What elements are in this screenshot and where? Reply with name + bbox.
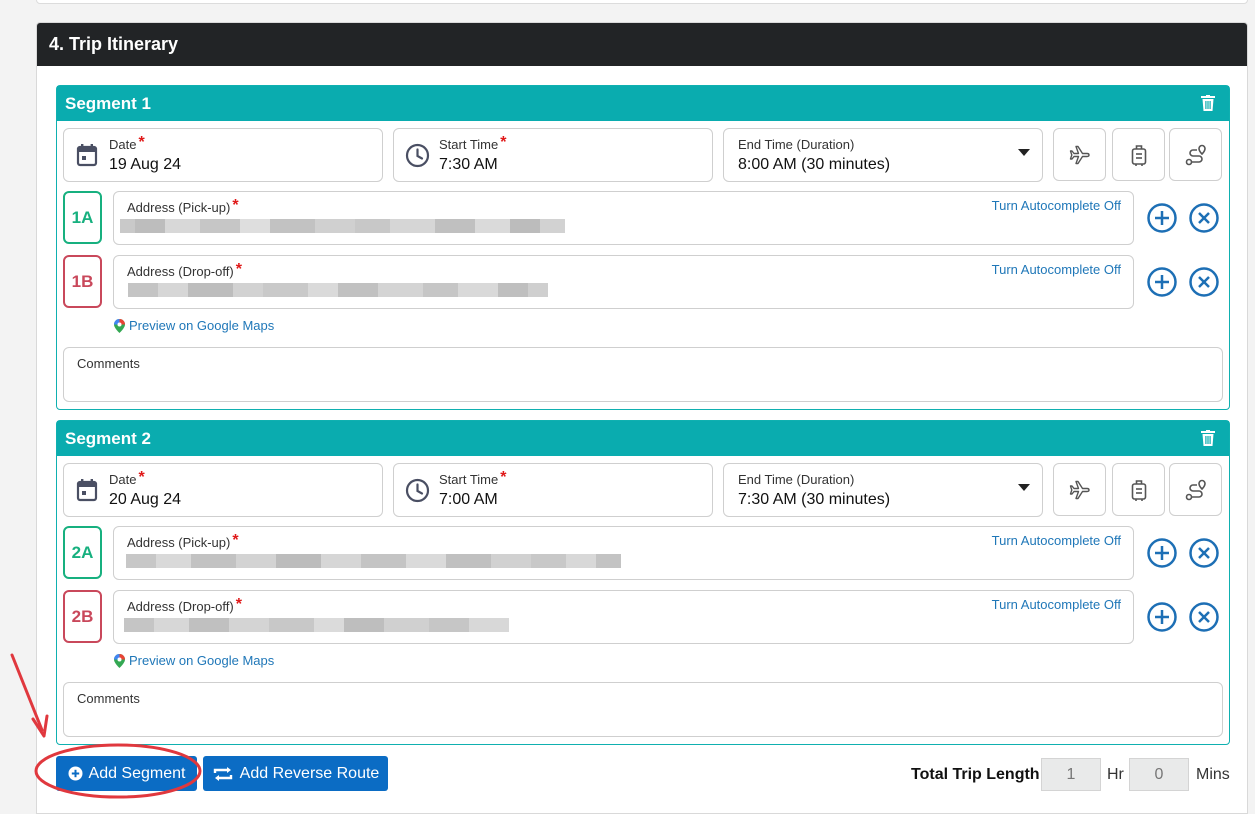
annotation-arrow-line	[10, 653, 44, 732]
annotation-overlay	[10, 653, 202, 799]
annotation-circle	[34, 743, 202, 799]
